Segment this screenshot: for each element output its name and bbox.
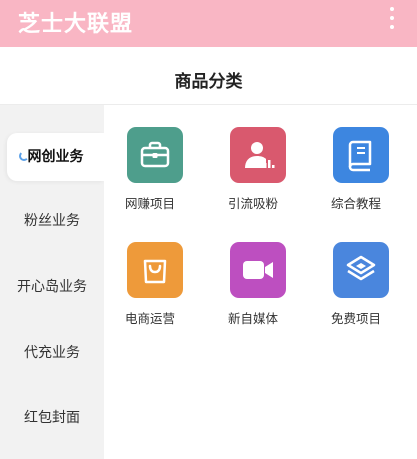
sidebar-item-label: 红包封面 [24, 410, 80, 426]
sidebar-item-wangchuang[interactable]: 网创业务 [7, 133, 104, 181]
more-vertical-icon[interactable] [387, 7, 397, 29]
sidebar-item-hongbao[interactable]: 红包封面 [0, 394, 104, 442]
app-title: 芝士大联盟 [18, 12, 134, 37]
category-label: 电商运营 [124, 311, 175, 326]
video-camera-icon [230, 242, 286, 298]
sidebar-item-daichong[interactable]: 代充业务 [0, 329, 104, 377]
category-tile-mianfei[interactable]: 免费项目 [311, 242, 401, 342]
category-grid: 网赚项目 引流吸粉 综合教程 电商运营 新自媒体 免费项目 [104, 105, 417, 459]
shopping-bag-icon [127, 242, 183, 298]
category-label: 免费项目 [330, 311, 381, 326]
sidebar-item-kaixindao[interactable]: 开心岛业务 [0, 263, 104, 311]
briefcase-icon [127, 127, 183, 183]
category-label: 综合教程 [330, 196, 381, 211]
layers-icon [333, 242, 389, 298]
sidebar-item-fensi[interactable]: 粉丝业务 [0, 197, 104, 245]
category-label: 网赚项目 [124, 196, 175, 211]
sidebar-item-label: 开心岛业务 [17, 279, 87, 295]
category-tile-zonghe[interactable]: 综合教程 [311, 127, 401, 227]
page-header: 商品分类 [0, 47, 417, 105]
page-title: 商品分类 [174, 72, 243, 92]
category-tile-wangzhuan[interactable]: 网赚项目 [105, 127, 195, 227]
user-chart-icon [230, 127, 286, 183]
category-tile-yinliu[interactable]: 引流吸粉 [208, 127, 298, 227]
loading-spinner-icon [19, 151, 29, 161]
sidebar-item-label: 粉丝业务 [24, 213, 80, 229]
book-icon [333, 127, 389, 183]
category-label: 引流吸粉 [227, 196, 278, 211]
category-tile-zimeiti[interactable]: 新自媒体 [208, 242, 298, 342]
category-label: 新自媒体 [227, 311, 278, 326]
category-sidebar: 网创业务 粉丝业务 开心岛业务 代充业务 红包封面 [0, 105, 104, 459]
category-tile-dianshang[interactable]: 电商运营 [105, 242, 195, 342]
app-bar: 芝士大联盟 [0, 0, 417, 47]
sidebar-item-label: 网创业务 [27, 149, 84, 165]
sidebar-item-label: 代充业务 [24, 345, 80, 361]
